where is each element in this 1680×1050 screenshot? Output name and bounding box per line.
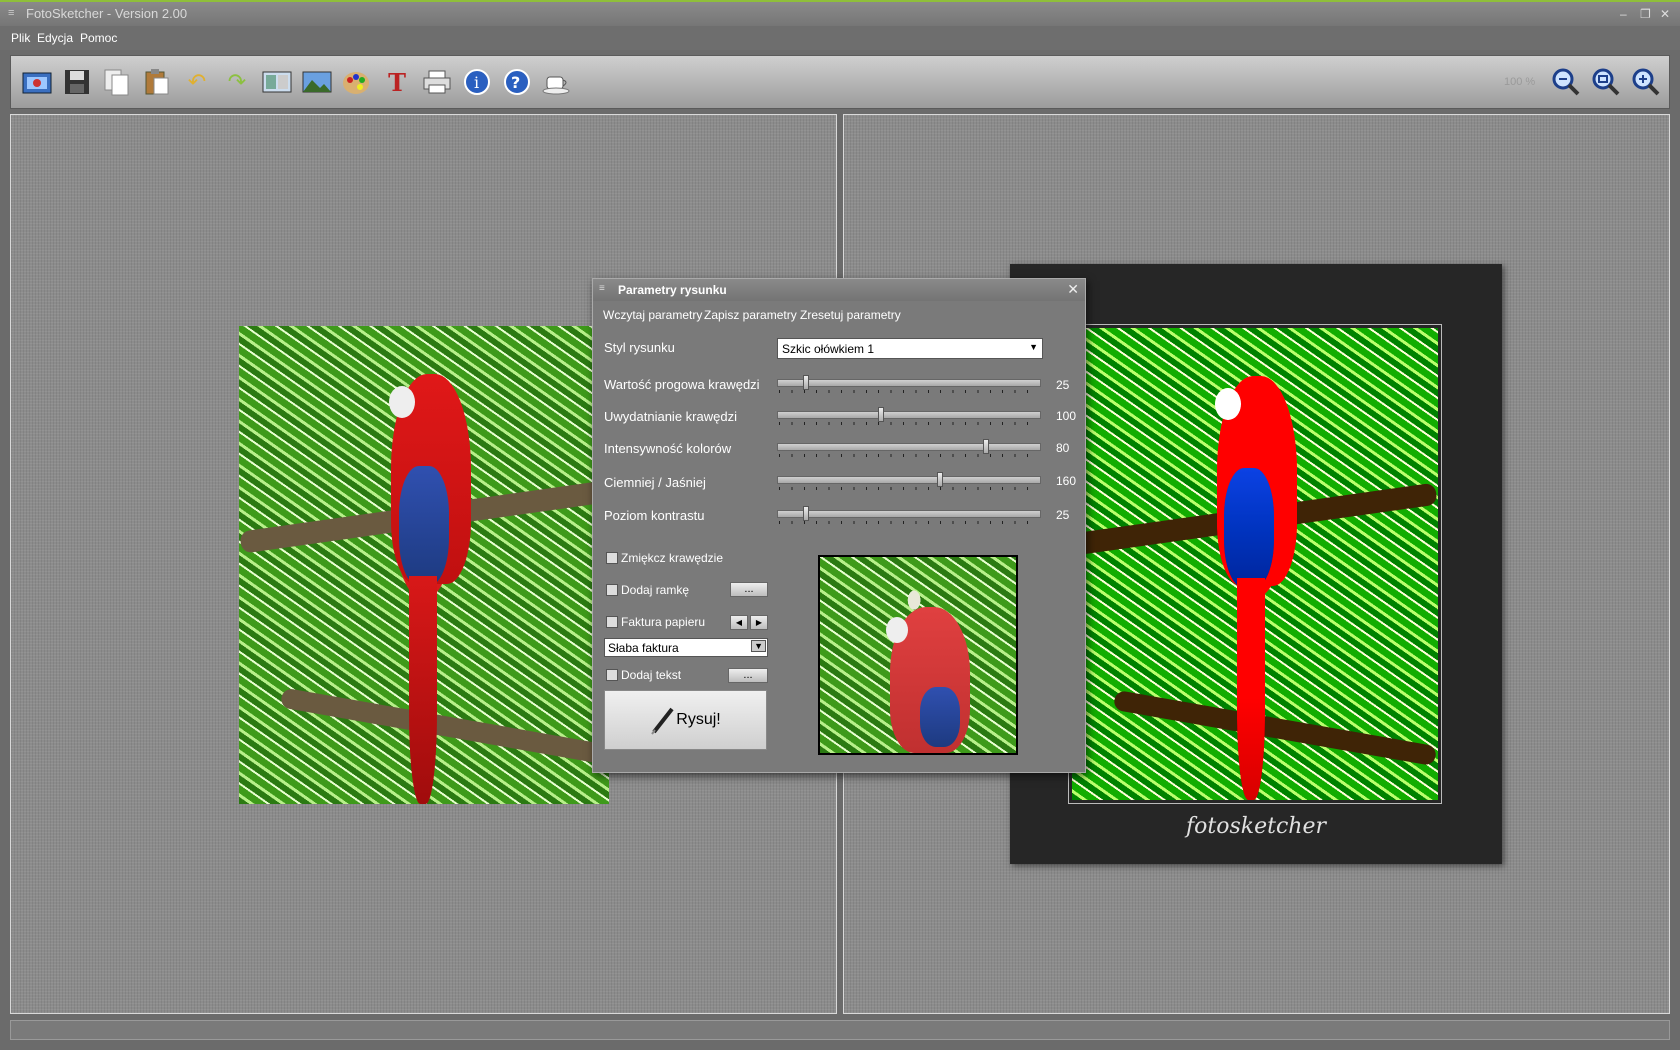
paper-texture-label: Faktura papieru: [621, 615, 706, 629]
slider-label: Ciemniej / Jaśniej: [604, 475, 706, 490]
text-icon[interactable]: T: [381, 66, 413, 98]
pen-icon: [651, 707, 674, 735]
sketch-signature: fotosketcher: [1186, 814, 1326, 839]
style-select-value: Szkic ołówkiem 1: [782, 342, 875, 356]
dialog-system-icon[interactable]: ≡: [599, 283, 605, 294]
zoom-reset-icon[interactable]: [1589, 66, 1621, 98]
add-text-checkbox[interactable]: [606, 669, 618, 681]
palette-icon[interactable]: [341, 66, 373, 98]
status-bar: [10, 1020, 1670, 1040]
open-image-icon[interactable]: [21, 66, 53, 98]
brightness-slider[interactable]: [777, 472, 1041, 494]
sketch-image: [1072, 328, 1438, 800]
chevron-down-icon: ▼: [751, 640, 766, 652]
print-icon[interactable]: [421, 66, 453, 98]
slider-value: 100: [1056, 409, 1077, 423]
style-label: Styl rysunku: [604, 340, 675, 355]
system-menu-icon[interactable]: ≡: [8, 7, 14, 19]
texture-previous-button[interactable]: ◀: [730, 615, 748, 630]
original-image: [239, 326, 609, 804]
coffee-icon[interactable]: [541, 66, 573, 98]
preview-image: [818, 555, 1018, 755]
arrow-right-icon: ▶: [755, 618, 763, 627]
slider-value: 25: [1056, 508, 1070, 522]
slider-label: Intensywność kolorów: [604, 441, 732, 456]
slider-label: Uwydatnianie krawędzi: [604, 409, 737, 424]
toolbar: ↶ ↷ T i ? 100 %: [10, 55, 1670, 109]
texture-next-button[interactable]: ▶: [750, 615, 768, 630]
dialog-title-bar[interactable]: ≡ Parametry rysunku ✕: [593, 279, 1085, 301]
landscape-icon[interactable]: [301, 66, 333, 98]
slider-value: 160: [1056, 474, 1077, 488]
preview-picture: [820, 557, 1016, 753]
color-intensity-slider[interactable]: [777, 439, 1041, 461]
menu-file[interactable]: Plik: [11, 31, 30, 45]
zoom-level: 100 %: [1504, 76, 1536, 88]
slider-thumb[interactable]: [803, 375, 809, 390]
chevron-down-icon: ▼: [1029, 342, 1038, 352]
slider-label: Poziom kontrastu: [604, 508, 705, 523]
redo-icon[interactable]: ↷: [221, 66, 253, 98]
help-icon[interactable]: ?: [501, 66, 533, 98]
compare-icon[interactable]: [261, 66, 293, 98]
slider-thumb[interactable]: [803, 506, 809, 521]
slider-value: 80: [1056, 441, 1070, 455]
save-icon[interactable]: [61, 66, 93, 98]
zoom-out-icon[interactable]: [1549, 66, 1581, 98]
contrast-slider[interactable]: [777, 506, 1041, 528]
window-title: FotoSketcher - Version 2.00: [26, 6, 188, 21]
draw-button[interactable]: Rysuj!: [604, 690, 767, 750]
add-frame-label: Dodaj ramkę: [621, 583, 690, 597]
dialog-title: Parametry rysunku: [618, 283, 727, 297]
close-button[interactable]: ✕: [1660, 7, 1670, 21]
paper-texture-checkbox[interactable]: [606, 616, 618, 628]
slider-thumb[interactable]: [937, 472, 943, 487]
add-text-label: Dodaj tekst: [621, 668, 682, 682]
soften-edges-label: Zmiękcz krawędzie: [621, 551, 724, 565]
info-icon[interactable]: i: [461, 66, 493, 98]
text-options-button[interactable]: ...: [728, 668, 768, 683]
style-select[interactable]: Szkic ołówkiem 1 ▼: [777, 338, 1043, 359]
save-parameters-menu[interactable]: Zapisz parametry: [704, 308, 797, 322]
reset-parameters-menu[interactable]: Zresetuj parametry: [800, 308, 901, 322]
menu-help[interactable]: Pomoc: [80, 31, 117, 45]
arrow-left-icon: ◀: [735, 618, 743, 627]
add-frame-checkbox[interactable]: [606, 584, 618, 596]
load-parameters-menu[interactable]: Wczytaj parametry: [603, 308, 702, 322]
edge-enhance-slider[interactable]: [777, 407, 1041, 429]
texture-select[interactable]: Słaba faktura ▼: [604, 638, 768, 657]
menu-bar: Plik Edycja Pomoc: [0, 26, 1680, 50]
copy-icon[interactable]: [101, 66, 133, 98]
undo-icon[interactable]: ↶: [181, 66, 213, 98]
zoom-in-icon[interactable]: [1629, 66, 1661, 98]
svg-text:i: i: [474, 73, 479, 92]
slider-value: 25: [1056, 378, 1070, 392]
restore-button[interactable]: ❐: [1640, 7, 1651, 21]
texture-select-value: Słaba faktura: [608, 641, 679, 655]
paste-icon[interactable]: [141, 66, 173, 98]
drawing-parameters-dialog: ≡ Parametry rysunku ✕ Wczytaj parametry …: [592, 278, 1086, 773]
svg-text:?: ?: [511, 73, 520, 92]
slider-thumb[interactable]: [983, 439, 989, 454]
draw-button-label: Rysuj!: [676, 711, 721, 728]
slider-label: Wartość progowa krawędzi: [604, 377, 760, 392]
dialog-close-button[interactable]: ✕: [1067, 281, 1079, 298]
sketch-image-border: [1068, 324, 1442, 804]
menu-edit[interactable]: Edycja: [37, 31, 73, 45]
minimize-button[interactable]: –: [1620, 7, 1627, 21]
slider-thumb[interactable]: [878, 407, 884, 422]
frame-options-button[interactable]: ...: [730, 582, 768, 597]
title-bar: ≡ FotoSketcher - Version 2.00 – ❐ ✕: [0, 0, 1680, 26]
edge-threshold-slider[interactable]: [777, 375, 1041, 397]
soften-edges-checkbox[interactable]: [606, 552, 618, 564]
